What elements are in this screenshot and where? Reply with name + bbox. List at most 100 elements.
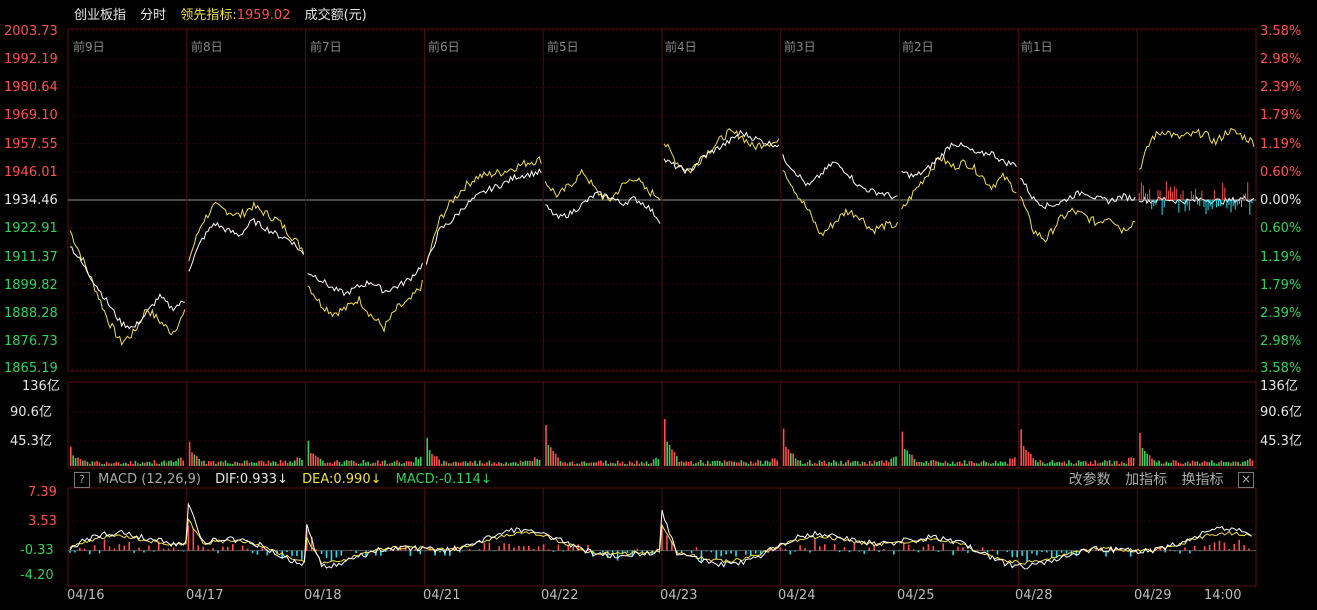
volume-bar xyxy=(526,460,529,466)
volume-bar xyxy=(415,456,417,466)
percent-tick: 1.19% xyxy=(1260,250,1302,265)
volume-bar xyxy=(590,462,593,466)
macd-tick: 7.39 xyxy=(28,485,57,500)
volume-bar xyxy=(326,462,329,466)
volume-bar xyxy=(557,457,559,466)
volume-bar xyxy=(876,461,878,466)
volume-bar xyxy=(331,463,334,466)
macd-tick: 3.53 xyxy=(28,514,57,529)
volume-bar xyxy=(754,462,757,466)
volume-bar xyxy=(585,463,588,466)
volume-bar xyxy=(200,461,203,466)
date-label: 04/17 xyxy=(186,588,224,603)
volume-bar xyxy=(393,461,396,466)
volume-bar xyxy=(369,463,372,466)
volume-bar xyxy=(707,460,709,466)
volume-bar xyxy=(538,459,541,466)
volume-bar xyxy=(1063,461,1066,466)
volume-bar xyxy=(687,462,690,466)
volume-bar xyxy=(923,462,925,466)
volume-bar xyxy=(481,463,483,466)
volume-bar xyxy=(1151,458,1153,466)
volume-bar xyxy=(498,462,500,466)
volume-bar xyxy=(607,464,609,466)
volume-bar xyxy=(502,463,505,466)
volume-bar xyxy=(505,462,507,466)
volume-bar xyxy=(265,463,267,466)
volume-bar xyxy=(742,461,745,466)
close-icon[interactable]: × xyxy=(1238,472,1254,488)
volume-bar xyxy=(821,462,823,466)
volume-bar xyxy=(645,461,648,466)
volume-bar xyxy=(823,460,826,466)
volume-bar xyxy=(1218,462,1220,466)
add-indicator-button[interactable]: 加指标 xyxy=(1125,472,1167,488)
volume-bar xyxy=(973,463,975,466)
volume-bar xyxy=(880,460,883,466)
volume-bar xyxy=(726,461,728,466)
volume-bar xyxy=(655,457,657,466)
volume-bar xyxy=(578,463,581,466)
volume-bar xyxy=(1146,453,1148,466)
volume-bar xyxy=(386,463,389,466)
volume-bar xyxy=(180,457,182,466)
volume-bar xyxy=(212,460,215,466)
volume-bar xyxy=(825,463,828,466)
intraday-chart[interactable] xyxy=(0,0,1317,610)
volume-bar xyxy=(298,458,301,466)
volume-bar xyxy=(1249,458,1251,466)
volume-bar xyxy=(357,463,360,466)
volume-bar xyxy=(990,463,992,466)
volume-bar xyxy=(474,460,476,466)
volume-bar xyxy=(319,458,322,466)
volume-bar xyxy=(367,461,369,466)
volume-bar xyxy=(776,460,778,466)
volume-bar xyxy=(1177,462,1180,466)
volume-bar xyxy=(324,463,326,466)
macd-dea: DEA:0.990↓ xyxy=(302,472,382,487)
price-tick: 1992.19 xyxy=(4,52,58,67)
volume-bar xyxy=(410,461,412,466)
volume-bar xyxy=(217,461,220,466)
volume-bar xyxy=(942,463,944,466)
volume-bar xyxy=(547,445,550,466)
switch-indicator-button[interactable]: 换指标 xyxy=(1182,472,1224,488)
volume-bar xyxy=(507,463,510,466)
volume-bar xyxy=(372,462,374,466)
volume-bar xyxy=(172,462,175,466)
volume-bar xyxy=(1056,462,1058,466)
volume-bar xyxy=(168,461,170,466)
volume-bar xyxy=(799,460,802,466)
macd-dif: DIF:0.933↓ xyxy=(215,472,288,487)
volume-bar xyxy=(151,463,153,466)
volume-bar xyxy=(267,460,270,466)
volume-bar xyxy=(790,453,792,466)
volume-bar xyxy=(685,461,688,466)
volume-bar xyxy=(671,449,673,466)
volume-bar xyxy=(631,462,633,466)
volume-bar xyxy=(1234,461,1237,466)
volume-bar xyxy=(573,464,576,466)
volume-bar xyxy=(120,464,122,466)
volume-bar xyxy=(1082,461,1085,466)
volume-bar xyxy=(738,462,740,466)
volume-bar xyxy=(379,463,381,466)
volume-bar xyxy=(593,462,595,466)
volume-bar xyxy=(1099,462,1101,466)
volume-bar xyxy=(648,464,650,466)
volume-bar xyxy=(1065,463,1068,466)
volume-bar xyxy=(177,458,180,466)
date-label: 04/29 xyxy=(1134,588,1172,603)
volume-bar xyxy=(314,455,317,466)
volume-bar xyxy=(1061,462,1063,466)
volume-bar xyxy=(1165,461,1168,466)
date-label: 04/24 xyxy=(778,588,816,603)
volume-bar xyxy=(336,460,338,466)
volume-bar xyxy=(624,463,626,466)
change-params-button[interactable]: 改参数 xyxy=(1069,472,1111,488)
volume-bar xyxy=(196,455,198,466)
volume-bar xyxy=(420,456,422,466)
volume-bar xyxy=(1227,461,1230,466)
volume-bar xyxy=(927,462,930,466)
volume-bar xyxy=(1037,462,1039,466)
